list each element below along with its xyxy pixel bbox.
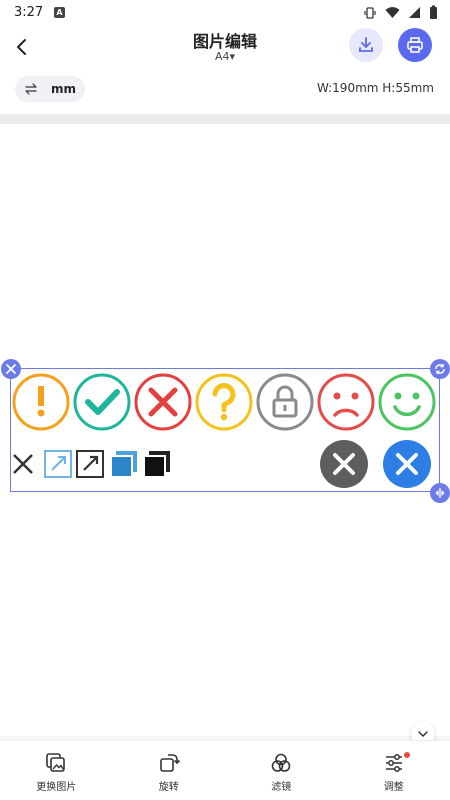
notification-badge <box>404 752 410 758</box>
tab-rotate[interactable]: 旋转 <box>113 741 226 800</box>
close-icon <box>6 364 16 374</box>
paper-size-label: A4 <box>214 50 230 63</box>
rotate-icon <box>159 754 180 772</box>
battery-icon <box>430 5 437 19</box>
vibrate-icon <box>364 6 376 19</box>
resize-horizontal-icon <box>435 488 445 498</box>
tools-row: mm W:190mm H:55mm <box>0 70 450 114</box>
unit-toggle[interactable]: mm <box>15 76 85 102</box>
chevron-down-icon: ▾ <box>229 50 236 63</box>
adjust-icon <box>385 754 402 772</box>
dimensions-readout: W:190mm H:55mm <box>316 81 434 95</box>
printer-icon <box>407 37 423 53</box>
tab-label: 调整 <box>383 782 404 793</box>
top-bar: 图片编辑 A4▾ <box>0 26 450 70</box>
tab-replace-image[interactable]: 更换图片 <box>0 741 113 800</box>
resize-handle[interactable] <box>430 483 450 503</box>
signal-icon <box>409 7 420 18</box>
section-divider <box>0 114 450 124</box>
chevron-down-icon <box>418 731 428 738</box>
wifi-icon <box>385 7 400 18</box>
selection-frame <box>10 368 440 492</box>
replace-image-icon <box>46 753 66 772</box>
print-button[interactable] <box>398 28 432 62</box>
tab-label: 旋转 <box>158 782 179 793</box>
bottom-toolbar: 更换图片 旋转 滤镜 调整 <box>0 740 450 800</box>
paper-size-selector[interactable]: A4▾ <box>0 50 450 63</box>
status-right-icons <box>363 5 438 20</box>
download-button[interactable] <box>349 28 383 62</box>
delete-handle[interactable] <box>1 359 21 379</box>
swap-icon <box>25 83 37 95</box>
unit-label: mm <box>51 82 77 96</box>
status-bar: 3:27 A <box>0 0 450 26</box>
status-time: 3:27 <box>14 5 44 20</box>
rotate-handle[interactable] <box>430 359 450 379</box>
tab-label: 滤镜 <box>271 782 292 793</box>
rotate-arrows-icon <box>435 364 445 374</box>
tab-label: 更换图片 <box>36 782 77 793</box>
filter-icon <box>271 753 291 772</box>
edit-canvas[interactable] <box>0 124 450 736</box>
tab-adjust[interactable]: 调整 <box>338 741 450 800</box>
download-icon <box>359 37 373 52</box>
notification-icon: A <box>54 7 65 18</box>
tab-filter[interactable]: 滤镜 <box>225 741 338 800</box>
